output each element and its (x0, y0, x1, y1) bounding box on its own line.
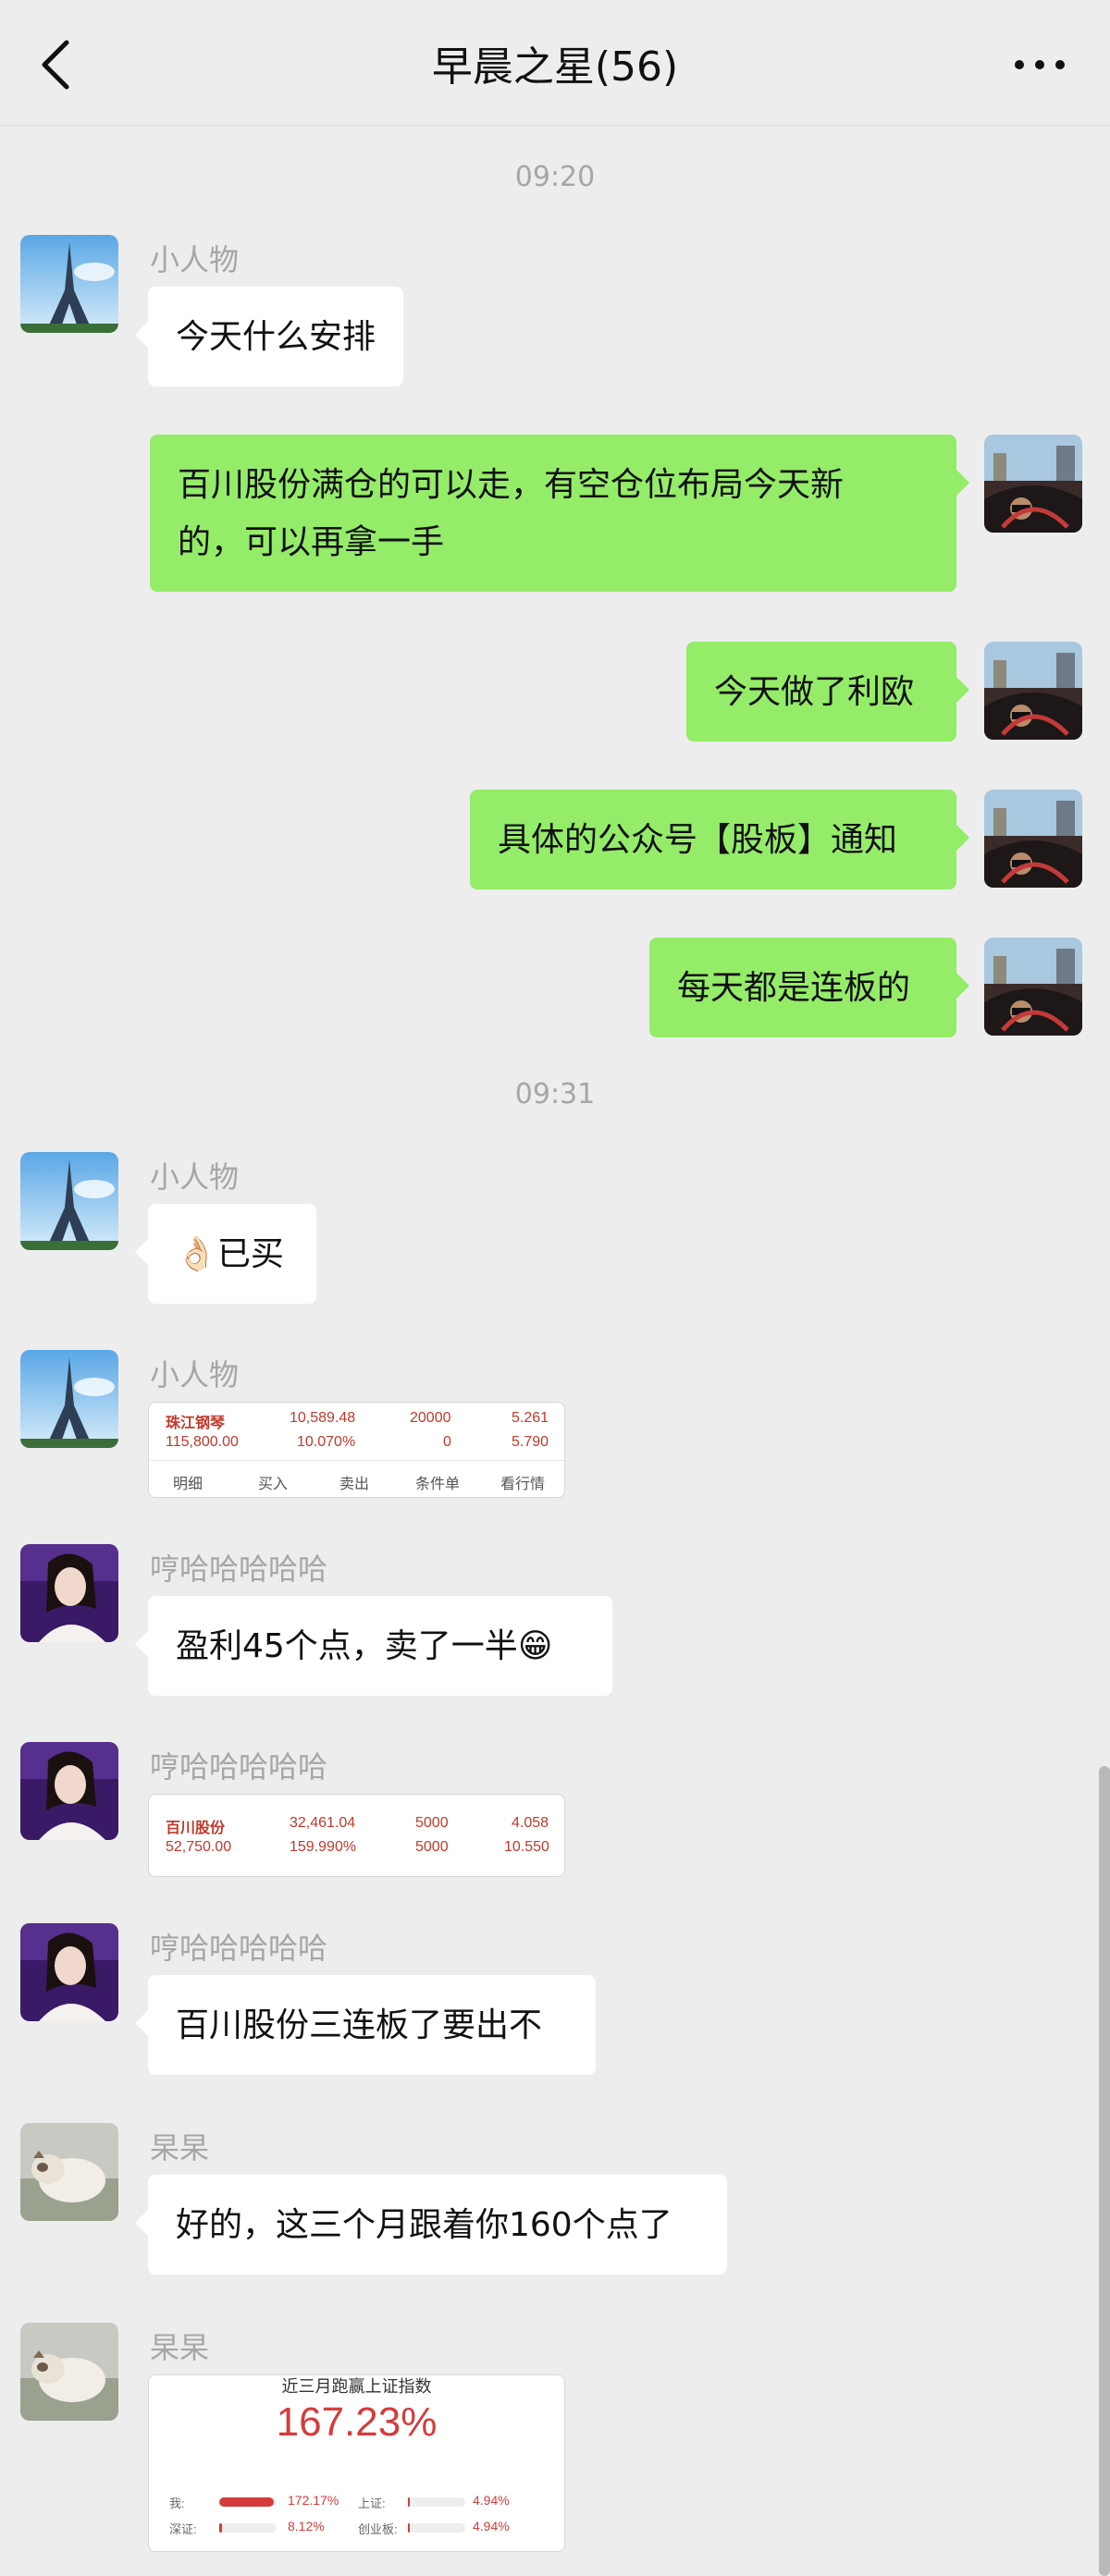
perf-label-me: 我: (169, 2496, 185, 2510)
avatar-self[interactable] (984, 435, 1082, 533)
message-bubble[interactable]: 👌🏻已买 (135, 1204, 316, 1304)
stock-value: 159.990% (290, 1839, 357, 1855)
tab-buy: 买入 (258, 1477, 289, 1492)
bar-sh (408, 2497, 465, 2507)
stock-value: 10,589.48 (290, 1410, 356, 1426)
stock-value: 10.070% (297, 1434, 356, 1450)
avatar-girl[interactable] (20, 1923, 118, 2021)
sender-name: 杲杲 (150, 2130, 210, 2165)
message-bubble[interactable]: 百川股份满仓的可以走，有空仓位布局今天新 的，可以再拿一手 (150, 435, 969, 592)
message-text: 盈利45个点，卖了一半 (176, 1627, 518, 1665)
message-bubble[interactable]: 百川股份三连板了要出不 (135, 1975, 596, 2075)
message-text: 已买 (216, 1235, 284, 1273)
sender-name: 小人物 (150, 1357, 240, 1392)
stock-screenshot-card[interactable]: 珠江钢琴 10,589.48 20000 5.261 115,800.00 10… (148, 1402, 565, 1498)
sender-name: 杲杲 (150, 2330, 210, 2365)
perf-return: 167.23% (276, 2399, 438, 2445)
bar-fill (219, 2497, 274, 2507)
avatar-eiffel[interactable] (20, 1152, 118, 1250)
stock-value: 115,800.00 (166, 1434, 239, 1450)
bar-fill (408, 2523, 410, 2533)
message-line: 百川股份满仓的可以走，有空仓位布局今天新 (178, 466, 845, 504)
stock-value: 0 (443, 1434, 451, 1450)
stock-value: 5.790 (512, 1434, 549, 1450)
avatar-dog[interactable] (20, 2123, 118, 2221)
chat-title: 早晨之星(56) (431, 43, 679, 91)
perf-value-sh: 4.94% (473, 2493, 510, 2508)
sender-name: 哼哈哈哈哈哈 (150, 1931, 328, 1966)
bar-me (219, 2497, 277, 2507)
avatar-self[interactable] (984, 938, 1082, 1036)
message-bubble[interactable]: 具体的公众号【股板】通知 (470, 790, 969, 889)
stock-value: 4.058 (512, 1815, 549, 1831)
avatar-dog[interactable] (20, 2323, 118, 2421)
tab-quote: 看行情 (500, 1477, 546, 1492)
stock-value: 52,750.00 (166, 1839, 232, 1855)
message-bubble[interactable]: 今天做了利欧 (686, 642, 969, 742)
avatar-self[interactable] (984, 642, 1082, 740)
grin-emoji: 😁 (517, 1627, 553, 1665)
tab-condition-order: 条件单 (415, 1477, 461, 1492)
sender-name: 哼哈哈哈哈哈 (150, 1552, 328, 1587)
timestamp: 09:20 (514, 161, 596, 193)
stock-value: 10.550 (504, 1839, 549, 1855)
avatar-eiffel[interactable] (20, 235, 118, 333)
ok-hand-emoji: 👌🏻 (176, 1235, 217, 1273)
avatar-girl[interactable] (20, 1742, 118, 1840)
more-dots-icon[interactable] (1006, 48, 1073, 81)
stock-name: 百川股份 (166, 1821, 226, 1836)
message-line: 的，可以再拿一手 (178, 523, 445, 561)
tab-detail: 明细 (173, 1477, 204, 1492)
bar-fill (219, 2523, 223, 2533)
performance-screenshot-card[interactable]: 近三月跑赢上证指数 167.23% 我: 172.17% 上证: 4.94% 深… (148, 2374, 565, 2552)
avatar-self[interactable] (984, 790, 1082, 888)
stock-value: 5000 (415, 1815, 449, 1831)
message-bubble[interactable]: 今天什么安排 (134, 287, 404, 386)
stock-value: 32,461.04 (290, 1815, 356, 1831)
message-bubble[interactable]: 每天都是连板的 (649, 938, 969, 1037)
bar-sz (219, 2523, 277, 2533)
sender-name: 哼哈哈哈哈哈 (150, 1749, 328, 1785)
stock-value: 5000 (415, 1839, 449, 1855)
perf-value-sz: 8.12% (288, 2519, 325, 2533)
stock-screenshot-card[interactable]: 百川股份 32,461.04 5000 4.058 52,750.00 159.… (148, 1794, 565, 1877)
perf-label-sz: 深证: (169, 2522, 197, 2536)
scrollbar[interactable] (1099, 1766, 1110, 2576)
perf-label-cy: 创业板: (358, 2522, 398, 2536)
stock-value: 5.261 (512, 1410, 549, 1426)
divider (149, 1460, 564, 1461)
perf-heading: 近三月跑赢上证指数 (281, 2377, 432, 2396)
nav-bar: 早晨之星(56) (0, 0, 1110, 126)
stock-value: 20000 (410, 1410, 451, 1426)
perf-value-cy: 4.94% (473, 2519, 510, 2533)
perf-label-sh: 上证: (358, 2496, 386, 2510)
tab-sell: 卖出 (339, 1477, 370, 1492)
avatar-eiffel[interactable] (20, 1350, 118, 1448)
sender-name: 小人物 (150, 1159, 240, 1195)
avatar-girl[interactable] (20, 1544, 118, 1642)
sender-name: 小人物 (150, 242, 240, 277)
bar-fill (408, 2497, 410, 2507)
bar-cy (408, 2523, 465, 2533)
timestamp: 09:31 (514, 1078, 596, 1110)
stock-name: 珠江钢琴 (166, 1416, 226, 1431)
message-bubble[interactable]: 好的，这三个月跟着你160个点了 (135, 2175, 727, 2275)
perf-value-me: 172.17% (288, 2493, 339, 2508)
message-bubble[interactable]: 盈利45个点，卖了一半😁 (135, 1596, 612, 1696)
